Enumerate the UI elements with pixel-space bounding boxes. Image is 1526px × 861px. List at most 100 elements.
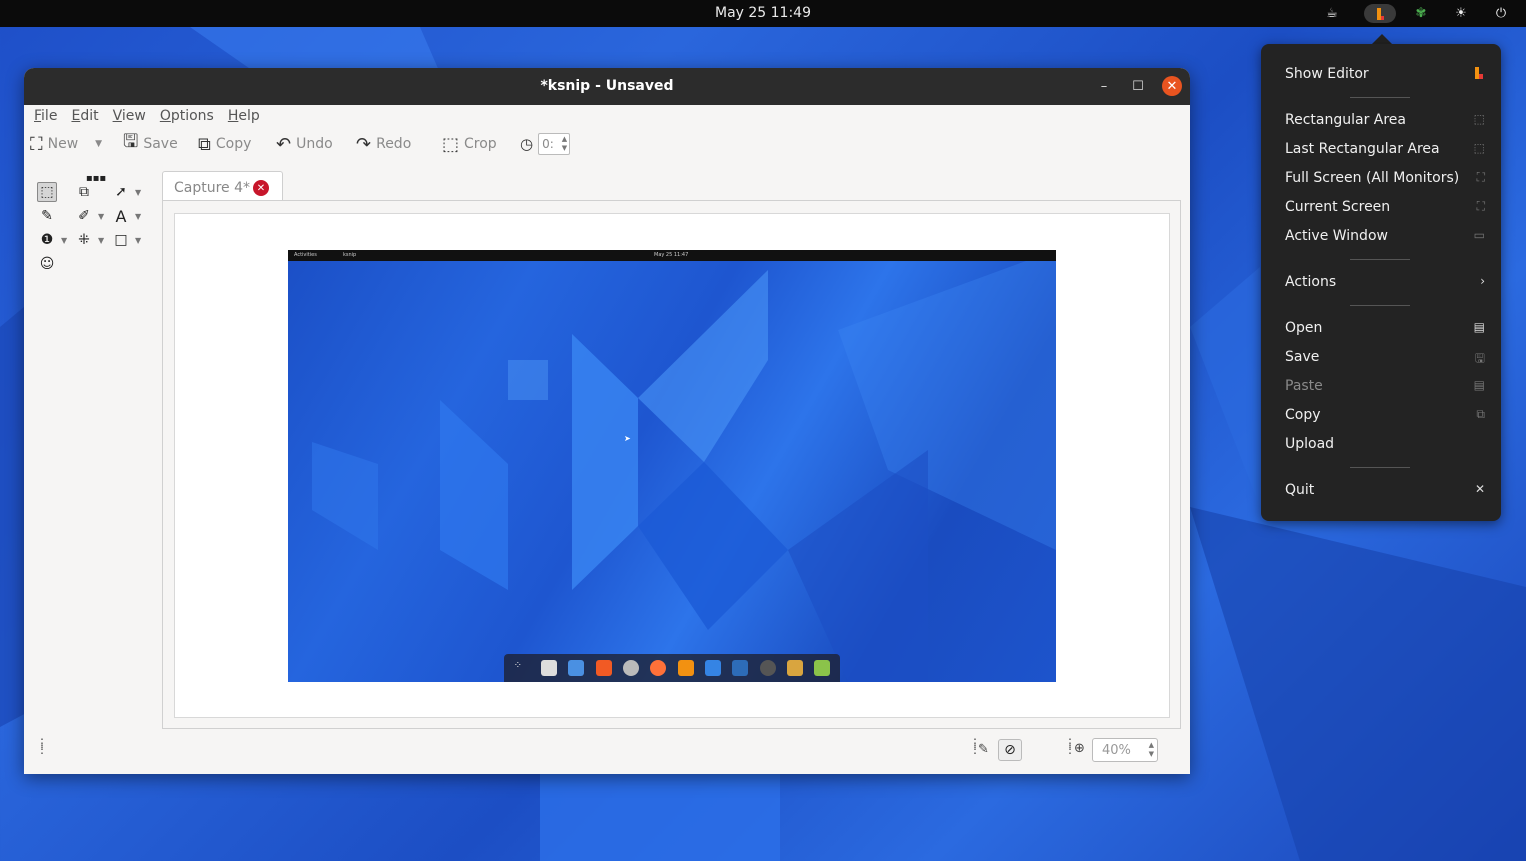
- magic-wand-icon[interactable]: ✎: [978, 742, 989, 757]
- menu-item-copy[interactable]: Copy ⧉: [1285, 405, 1485, 427]
- menu-edit[interactable]: Edit: [71, 108, 98, 127]
- chevron-down-icon[interactable]: ▼: [135, 236, 141, 245]
- tray-menu: Show Editor Rectangular Area ⬚ Last Rect…: [1261, 44, 1501, 521]
- chevron-down-icon[interactable]: ▼: [135, 188, 141, 197]
- rectangle-tool-icon[interactable]: □: [111, 230, 131, 250]
- menu-item-paste[interactable]: Paste ▤: [1285, 376, 1485, 398]
- menu-item-save[interactable]: Save 🖫: [1285, 347, 1485, 369]
- chevron-down-icon[interactable]: ▼: [98, 212, 104, 221]
- screenshot-app-name: ksnip: [343, 252, 357, 258]
- menu-options[interactable]: Options: [160, 108, 214, 127]
- redo-label: Redo: [376, 136, 412, 152]
- menu-item-actions[interactable]: Actions ›: [1285, 272, 1485, 294]
- canvas-area: Activities ksnip May 25 11:47 ➤ ⁘: [162, 200, 1181, 729]
- menu-help[interactable]: Help: [228, 108, 260, 127]
- full-screen-icon: ⛶: [1476, 170, 1485, 184]
- title-bar[interactable]: *ksnip - Unsaved – ☐ ✕: [24, 68, 1190, 105]
- chevron-down-icon[interactable]: ▼: [98, 236, 104, 245]
- select-tool-icon[interactable]: ⬚: [37, 182, 57, 202]
- new-button[interactable]: ⛶ New ▼: [30, 131, 102, 157]
- mouse-cursor-icon: ➤: [624, 434, 631, 443]
- menu-item-label: Active Window: [1285, 228, 1388, 244]
- chevron-down-icon[interactable]: ▼: [61, 236, 67, 245]
- chevron-down-icon[interactable]: ▼: [95, 139, 102, 149]
- spin-arrows-icon[interactable]: ▲ ▼: [562, 135, 567, 153]
- screen-icon: ⛶: [1476, 199, 1485, 213]
- popup-arrow: [1372, 34, 1392, 44]
- zoom-value: 40%: [1102, 743, 1131, 758]
- copy-icon: ⧉: [198, 133, 211, 155]
- ksnip-tray-icon[interactable]: [1364, 4, 1396, 23]
- copy-icon: ⧉: [1476, 407, 1485, 421]
- menu-item-last-rectangular-area[interactable]: Last Rectangular Area ⬚: [1285, 139, 1485, 161]
- menu-item-quit[interactable]: Quit ✕: [1285, 480, 1485, 502]
- tab-capture[interactable]: Capture 4* ✕: [162, 171, 283, 203]
- menu-item-label: Save: [1285, 349, 1320, 365]
- brightness-icon[interactable]: ☀: [1451, 4, 1471, 23]
- marker-tool-icon[interactable]: ✐: [74, 206, 94, 226]
- menu-bar: File Edit View Options Help: [24, 105, 1190, 127]
- text-tool-icon[interactable]: A: [111, 206, 131, 226]
- menu-item-show-editor[interactable]: Show Editor: [1285, 64, 1485, 86]
- canvas[interactable]: Activities ksnip May 25 11:47 ➤ ⁘: [174, 213, 1170, 718]
- menu-view[interactable]: View: [113, 108, 146, 127]
- copy-button[interactable]: ⧉ Copy: [198, 131, 251, 157]
- crop-label: Crop: [464, 136, 497, 152]
- copy-label: Copy: [215, 136, 252, 152]
- delay-value: 0:: [542, 137, 554, 151]
- menu-separator: [1350, 259, 1410, 260]
- pen-tool-icon[interactable]: ✎: [37, 206, 57, 226]
- crop-button[interactable]: ⬚ Crop: [442, 131, 497, 157]
- sticker-tool-icon[interactable]: ☺: [37, 254, 57, 274]
- zoom-spinbox[interactable]: 40% ▲ ▼: [1092, 738, 1158, 762]
- power-icon[interactable]: ⏻: [1491, 4, 1511, 23]
- close-icon[interactable]: ✕: [1162, 76, 1182, 96]
- zoom-icon: ⊕: [1074, 741, 1085, 756]
- number-pip-icon: ▪▪▪: [85, 172, 107, 184]
- top-bar: May 25 11:49 ☕ ✾ ☀ ⏻: [0, 0, 1526, 27]
- save-icon: 🖫: [123, 131, 139, 152]
- coffee-icon[interactable]: ☕: [1322, 4, 1342, 23]
- screenshot-top-bar: Activities ksnip May 25 11:47: [288, 250, 1056, 261]
- menu-item-label: Current Screen: [1285, 199, 1391, 215]
- menu-item-open[interactable]: Open ▤: [1285, 318, 1485, 340]
- number-tool-icon[interactable]: ❶: [37, 230, 57, 250]
- ksnip-window: *ksnip - Unsaved – ☐ ✕ File Edit View Op…: [24, 68, 1190, 774]
- network-tray-icon[interactable]: ✾: [1411, 4, 1431, 23]
- menu-item-label: Quit: [1285, 482, 1315, 498]
- menu-separator: [1350, 97, 1410, 98]
- menu-item-rectangular-area[interactable]: Rectangular Area ⬚: [1285, 110, 1485, 132]
- firefox-icon: [650, 660, 667, 676]
- redo-icon: ↷: [356, 133, 372, 155]
- maximize-icon[interactable]: ☐: [1128, 76, 1148, 96]
- save-icon: 🖫: [1474, 351, 1485, 365]
- tab-close-icon[interactable]: ✕: [253, 180, 269, 196]
- minimize-icon[interactable]: –: [1094, 76, 1114, 96]
- drag-handle-icon[interactable]: ⋮ ⋮: [36, 737, 48, 755]
- new-capture-icon: ⛶: [30, 133, 43, 155]
- menu-item-current-screen[interactable]: Current Screen ⛶: [1285, 197, 1485, 219]
- delay-spinbox[interactable]: 0: ▲ ▼: [538, 133, 571, 155]
- files-icon: [540, 660, 557, 676]
- chevron-down-icon[interactable]: ▼: [135, 212, 141, 221]
- undo-button[interactable]: ↶ Undo: [276, 131, 333, 157]
- menu-item-active-window[interactable]: Active Window ▭: [1285, 226, 1485, 248]
- paste-icon: ▤: [1473, 378, 1485, 392]
- arrow-tool-icon[interactable]: ➚: [111, 182, 131, 202]
- delay-control: ◷ 0: ▲ ▼: [520, 131, 571, 157]
- redo-button[interactable]: ↷ Redo: [356, 131, 411, 157]
- captured-screenshot[interactable]: Activities ksnip May 25 11:47 ➤ ⁘: [288, 250, 1056, 682]
- text-editor-icon: [704, 660, 721, 676]
- menu-item-label: Full Screen (All Monitors): [1285, 170, 1460, 186]
- menu-item-label: Upload: [1285, 436, 1335, 452]
- spin-arrows-icon[interactable]: ▲ ▼: [1149, 741, 1154, 759]
- save-button[interactable]: 🖫 Save: [123, 131, 178, 157]
- blur-tool-icon[interactable]: ⁜: [74, 230, 94, 250]
- menu-file[interactable]: File: [34, 108, 57, 127]
- menu-item-full-screen[interactable]: Full Screen (All Monitors) ⛶: [1285, 168, 1485, 190]
- no-effect-button[interactable]: ⊘: [998, 739, 1022, 761]
- undo-icon: ↶: [276, 133, 292, 155]
- system-monitor-icon: [732, 660, 749, 676]
- top-bar-clock[interactable]: May 25 11:49: [0, 5, 1526, 21]
- menu-item-upload[interactable]: Upload: [1285, 434, 1485, 456]
